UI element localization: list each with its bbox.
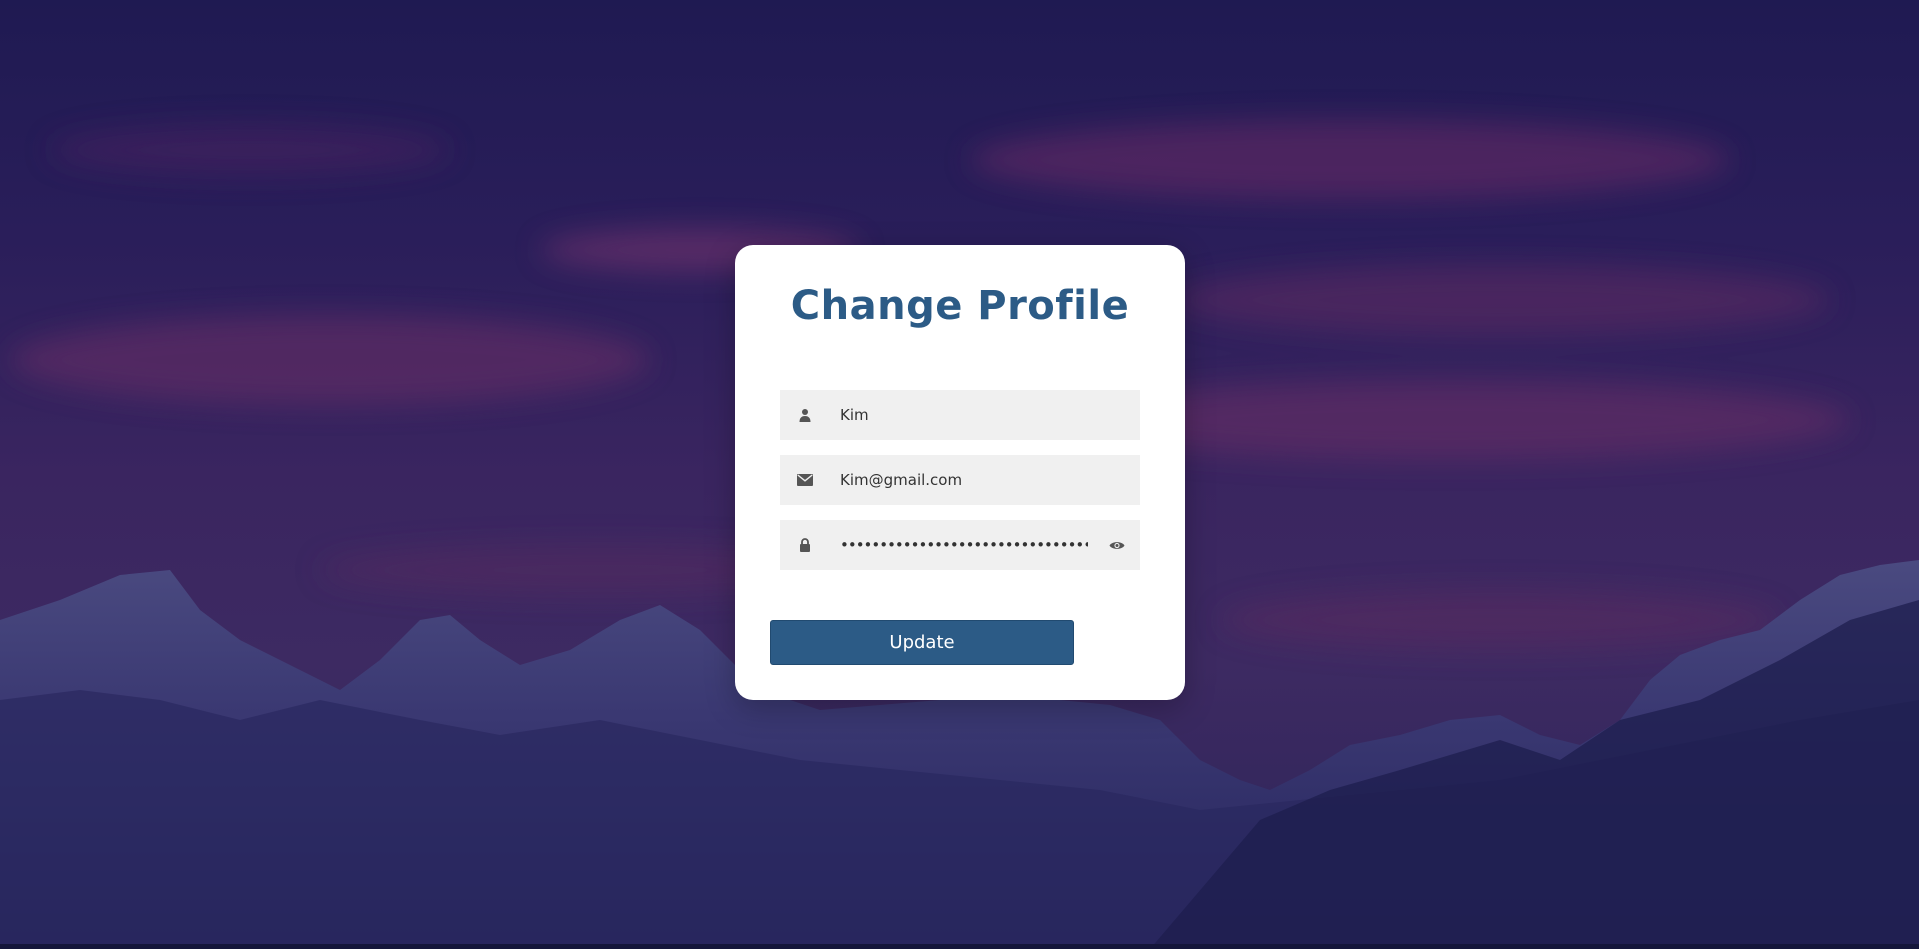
lock-icon xyxy=(780,520,830,570)
password-input[interactable] xyxy=(830,520,1094,570)
user-icon xyxy=(780,390,830,440)
change-profile-card: Change Profile Kim Kim@gmail.com Update xyxy=(735,245,1185,700)
email-input[interactable] xyxy=(830,455,1140,505)
page-title: Change Profile xyxy=(790,283,1130,329)
name-field xyxy=(780,390,1140,440)
update-button[interactable]: Update xyxy=(770,620,1074,665)
name-input[interactable] xyxy=(830,390,1140,440)
bottom-edge-strip xyxy=(0,944,1919,949)
eye-icon xyxy=(1109,541,1125,549)
email-field xyxy=(780,455,1140,505)
envelope-icon xyxy=(780,455,830,505)
show-password-toggle[interactable] xyxy=(1094,520,1140,570)
password-field xyxy=(780,520,1140,570)
